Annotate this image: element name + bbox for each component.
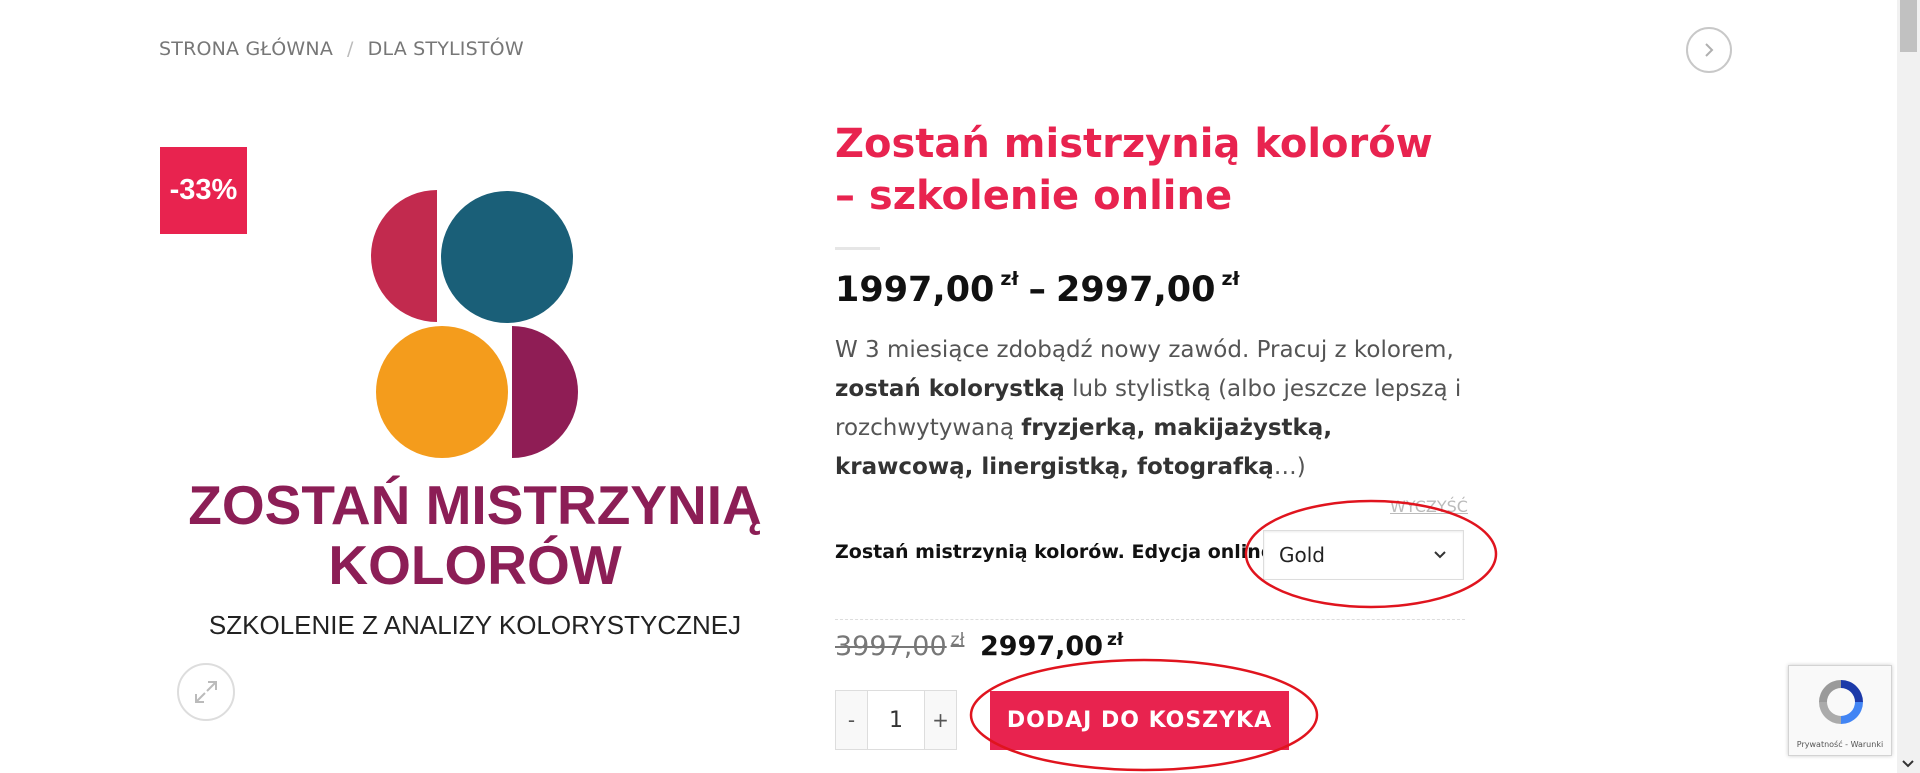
price-dash: – bbox=[1028, 270, 1047, 310]
zoom-button[interactable] bbox=[177, 663, 235, 721]
old-price-value: 3997,00 bbox=[835, 631, 947, 662]
variation-selected-value: Gold bbox=[1279, 543, 1325, 567]
sale-price-value: 2997,00 bbox=[980, 631, 1103, 662]
product-image-title-line1: ZOSTAŃ MISTRZYNIĄ bbox=[188, 474, 762, 536]
price-max-currency: zł bbox=[1221, 268, 1240, 290]
add-to-cart-button[interactable]: DODAJ DO KOSZYKA bbox=[990, 691, 1289, 750]
quantity-stepper: - 1 + bbox=[835, 690, 957, 750]
chevron-down-icon bbox=[1434, 551, 1446, 559]
logo-orange-circle bbox=[376, 326, 508, 458]
scroll-down-arrow-icon[interactable] bbox=[1901, 759, 1915, 769]
clear-selection-link[interactable]: WYCZYŚĆ bbox=[1390, 497, 1468, 516]
variation-label: Zostań mistrzynią kolorów. Edycja online bbox=[835, 541, 1274, 563]
chevron-right-icon bbox=[1705, 43, 1714, 57]
recaptcha-badge[interactable]: Prywatność - Warunki bbox=[1788, 665, 1892, 756]
price-divider bbox=[835, 619, 1465, 620]
logo-plum-half-circle bbox=[512, 326, 578, 458]
next-product-button[interactable] bbox=[1686, 27, 1732, 73]
recaptcha-links[interactable]: Prywatność - Warunki bbox=[1789, 740, 1891, 749]
recaptcha-logo-icon bbox=[1819, 680, 1863, 724]
sale-price: 2997,00 zł bbox=[980, 630, 1123, 662]
price-min: 1997,00 bbox=[835, 270, 995, 310]
product-image-title-line2: KOLORÓW bbox=[328, 534, 622, 596]
breadcrumb: STRONA GŁÓWNA / DLA STYLISTÓW bbox=[159, 38, 524, 60]
breadcrumb-home-link[interactable]: STRONA GŁÓWNA bbox=[159, 38, 333, 60]
product-image-subtitle: SZKOLENIE Z ANALIZY KOLORYSTYCZNEJ bbox=[208, 610, 742, 640]
sale-price-currency: zł bbox=[1106, 630, 1124, 650]
scrollbar-thumb[interactable] bbox=[1900, 0, 1917, 52]
quantity-minus-button[interactable]: - bbox=[836, 691, 867, 749]
desc-bold-1: zostań kolorystką bbox=[835, 376, 1065, 402]
breadcrumb-separator: / bbox=[347, 38, 354, 60]
breadcrumb-category-link[interactable]: DLA STYLISTÓW bbox=[368, 38, 524, 60]
price-range: 1997,00 zł –2997,00 zł bbox=[835, 268, 1240, 310]
old-price-currency: zł bbox=[950, 630, 965, 650]
price-max: 2997,00 bbox=[1056, 270, 1216, 310]
price-min-currency: zł bbox=[1000, 268, 1019, 290]
product-title: Zostań mistrzynią kolorów – szkolenie on… bbox=[835, 121, 1433, 219]
product-short-description: W 3 miesiące zdobądź nowy zawód. Pracuj … bbox=[835, 331, 1475, 487]
desc-part-1: W 3 miesiące zdobądź nowy zawód. Pracuj … bbox=[835, 337, 1454, 363]
quantity-plus-button[interactable]: + bbox=[925, 691, 956, 749]
variation-select[interactable]: Gold bbox=[1263, 530, 1464, 580]
sale-badge: -33% bbox=[160, 147, 247, 234]
logo-teal-circle bbox=[441, 191, 573, 323]
product-logo-graphic bbox=[371, 190, 578, 458]
quantity-input[interactable]: 1 bbox=[867, 691, 925, 749]
old-price: 3997,00 zł bbox=[835, 630, 964, 662]
logo-red-half-circle bbox=[371, 190, 437, 322]
desc-part-3: …) bbox=[1273, 454, 1306, 480]
scrollbar[interactable] bbox=[1897, 0, 1920, 773]
expand-icon bbox=[195, 681, 217, 703]
title-divider bbox=[835, 247, 880, 250]
